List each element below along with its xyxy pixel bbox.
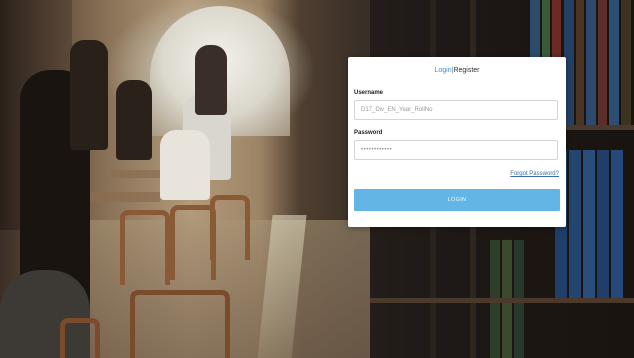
tab-register[interactable]: Register xyxy=(453,67,479,74)
books xyxy=(586,0,596,125)
person-silhouette xyxy=(70,40,108,150)
books xyxy=(583,150,595,300)
books xyxy=(621,0,631,125)
forgot-password-link[interactable]: Forgot Password? xyxy=(510,171,559,177)
password-input[interactable]: •••••••••••• xyxy=(354,140,558,160)
person-silhouette xyxy=(195,45,227,115)
background-photo: Login|Register Username D17_Div_EN_Year_… xyxy=(0,0,634,358)
chair xyxy=(210,195,250,260)
chair xyxy=(60,318,100,358)
login-button[interactable]: LOGIN xyxy=(354,189,560,211)
tab-login[interactable]: Login xyxy=(434,67,451,74)
username-label: Username xyxy=(354,90,384,96)
chair xyxy=(120,210,170,285)
books xyxy=(576,0,584,125)
person-silhouette xyxy=(160,130,210,200)
auth-tabs: Login|Register xyxy=(348,66,566,76)
books xyxy=(597,150,609,300)
person-silhouette xyxy=(116,80,152,160)
shelf-board xyxy=(370,298,634,303)
books xyxy=(611,150,623,300)
password-label: Password xyxy=(354,130,383,136)
books xyxy=(598,0,607,125)
chair xyxy=(130,290,230,358)
login-card: Login|Register Username D17_Div_EN_Year_… xyxy=(348,57,566,227)
books xyxy=(569,150,581,300)
username-input[interactable]: D17_Div_EN_Year_RollNo xyxy=(354,100,558,120)
books xyxy=(609,0,619,125)
